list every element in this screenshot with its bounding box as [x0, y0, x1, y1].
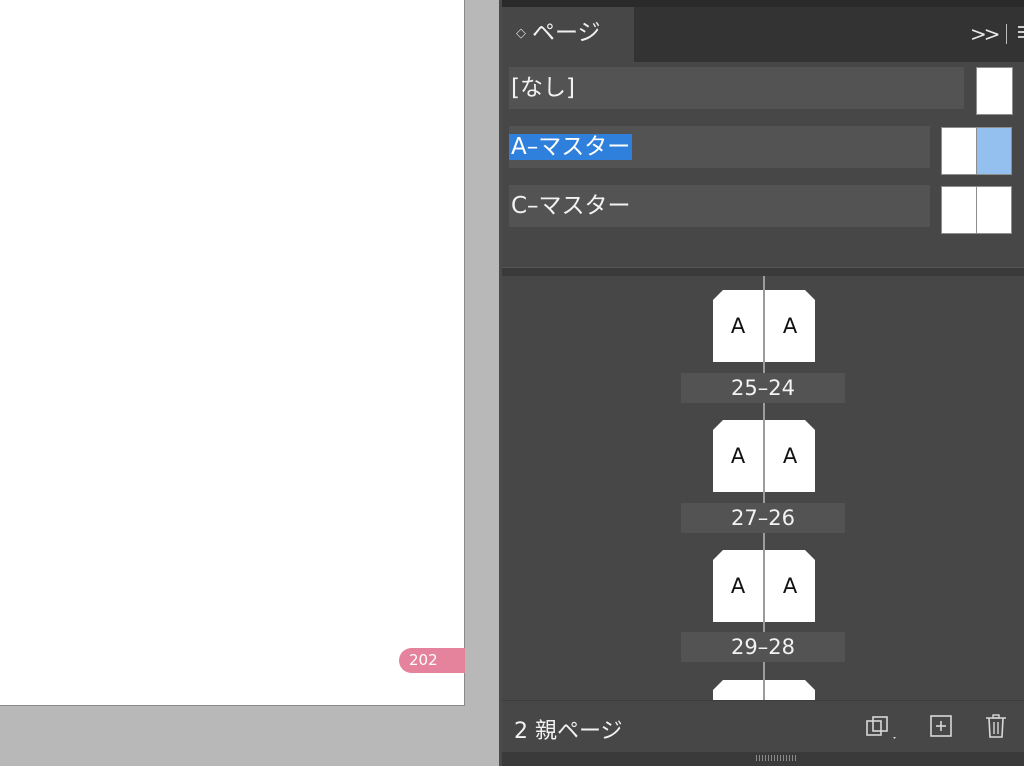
master-thumb-none[interactable]: [976, 67, 1013, 115]
panel-footer: 2 親ページ: [502, 700, 1024, 753]
spread-thumbnail[interactable]: A A: [713, 550, 815, 624]
master-thumb-a[interactable]: [941, 127, 1012, 175]
updown-arrows-icon: ◇: [516, 26, 526, 41]
collapse-panel-icon[interactable]: >>: [970, 22, 1000, 46]
new-page-icon[interactable]: [929, 713, 953, 739]
spread-page-range[interactable]: 25–24: [681, 373, 845, 403]
page-thumbnail-left[interactable]: A: [713, 550, 763, 622]
master-item-label: C–マスター: [511, 193, 631, 219]
panel-title-strip[interactable]: [502, 0, 1024, 7]
master-item-label: [なし]: [511, 75, 575, 101]
page-thumbnail-right[interactable]: [765, 680, 815, 700]
spread-page-range[interactable]: 27–26: [681, 503, 845, 533]
section-divider[interactable]: [502, 267, 1024, 276]
spread-page-range[interactable]: 29–28: [681, 632, 845, 662]
parent-page-count: 2 親ページ: [514, 719, 623, 744]
edit-page-size-icon[interactable]: [864, 713, 900, 741]
spread-thumbnail-partial[interactable]: [713, 680, 815, 700]
panel-resize-bar[interactable]: [502, 752, 1024, 766]
parent-pages-section: [なし] A–マスター C–マスター: [502, 62, 1024, 267]
master-item-a[interactable]: A–マスター: [509, 126, 930, 168]
page-number-tag: 202: [399, 648, 465, 673]
tab-pages[interactable]: ◇ ページ: [502, 7, 634, 62]
tab-pages-label: ページ: [532, 20, 601, 46]
master-thumb-c[interactable]: [941, 186, 1012, 234]
spread-thumbnail[interactable]: A A: [713, 290, 815, 364]
spread-thumbnail[interactable]: A A: [713, 420, 815, 494]
header-separator: [1006, 24, 1007, 44]
document-canvas[interactable]: 202: [0, 0, 500, 766]
master-item-c[interactable]: C–マスター: [509, 185, 930, 227]
pages-panel: ◇ ページ >> [なし] A–マスター C–マスター A A 25–24 A …: [502, 0, 1024, 766]
master-thumb-selected-half: [977, 128, 1011, 174]
page-thumbnail-right[interactable]: A: [765, 550, 815, 622]
page-thumbnail-left[interactable]: A: [713, 420, 763, 492]
master-item-label: A–マスター: [509, 134, 633, 160]
trash-icon[interactable]: [984, 713, 1008, 739]
panel-menu-icon[interactable]: [1018, 26, 1024, 42]
master-item-none[interactable]: [なし]: [509, 67, 964, 109]
pages-section: A A 25–24 A A 27–26 A A 29–28: [502, 276, 1024, 700]
page-thumbnail-left[interactable]: [713, 680, 763, 700]
page-thumbnail-right[interactable]: A: [765, 420, 815, 492]
page-thumbnail-left[interactable]: A: [713, 290, 763, 362]
page-thumbnail-right[interactable]: A: [765, 290, 815, 362]
document-page[interactable]: [0, 0, 465, 706]
panel-header: ◇ ページ >>: [502, 0, 1024, 62]
resize-grip-icon[interactable]: [756, 755, 796, 761]
